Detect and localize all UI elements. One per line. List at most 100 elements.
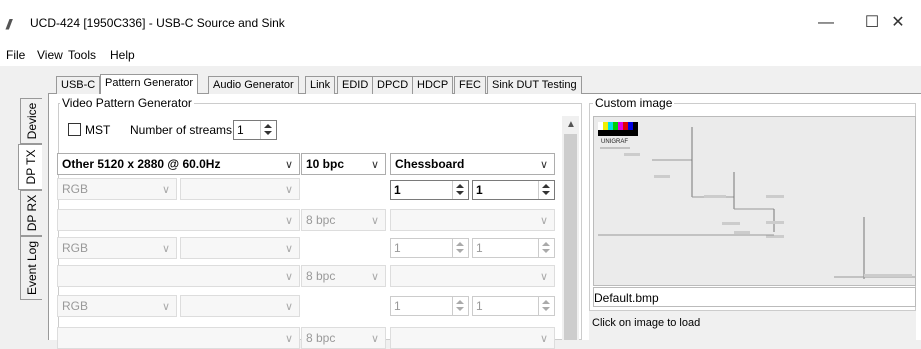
bpc-dropdown-1[interactable]: 10 bpc ∨ bbox=[301, 153, 386, 175]
menu-tools[interactable]: Tools bbox=[68, 48, 96, 62]
timing-dropdown-2[interactable]: ∨ bbox=[57, 209, 300, 231]
menu-file[interactable]: File bbox=[6, 48, 25, 62]
spin-down-icon[interactable] bbox=[264, 131, 272, 135]
spin-buttons[interactable] bbox=[538, 239, 554, 257]
subsampling-dropdown-3[interactable]: ∨ bbox=[180, 295, 300, 317]
tab-dpcd[interactable]: DPCD bbox=[372, 76, 414, 94]
subsampling-dropdown-1[interactable]: ∨ bbox=[180, 178, 300, 200]
chevron-down-icon: ∨ bbox=[284, 301, 293, 313]
bpc-dropdown-4[interactable]: 8 bpc ∨ bbox=[301, 327, 386, 349]
vertical-scrollbar[interactable]: ▲ bbox=[562, 116, 579, 340]
side-tab-label: Event Log bbox=[24, 240, 39, 296]
spin-b-value: 1 bbox=[476, 241, 483, 255]
spin-b-1[interactable]: 1 bbox=[472, 180, 555, 200]
close-button[interactable]: ✕ bbox=[875, 8, 921, 38]
spin-up-icon[interactable] bbox=[264, 124, 272, 128]
side-tab-label: DP RX bbox=[24, 194, 39, 232]
streams-spin-buttons[interactable] bbox=[260, 121, 276, 139]
menu-view[interactable]: View bbox=[37, 48, 63, 62]
spin-buttons[interactable] bbox=[538, 297, 554, 315]
spin-a-1[interactable]: 1 bbox=[390, 180, 469, 200]
timing-dropdown-4[interactable]: ∨ bbox=[57, 327, 300, 349]
spin-buttons[interactable] bbox=[452, 297, 468, 315]
pattern-dropdown-1[interactable]: Chessboard ∨ bbox=[390, 153, 555, 175]
timing-dropdown-3[interactable]: ∨ bbox=[57, 265, 300, 287]
pattern-dropdown-4[interactable]: ∨ bbox=[390, 327, 555, 349]
side-tab-event-log[interactable]: Event Log bbox=[20, 236, 42, 300]
timing-value: Other 5120 x 2880 @ 60.0Hz bbox=[62, 157, 221, 171]
chevron-down-icon: ∨ bbox=[284, 333, 293, 345]
spin-buttons[interactable] bbox=[452, 181, 468, 199]
tab-pattern-generator[interactable]: Pattern Generator bbox=[100, 74, 199, 94]
spin-b-2[interactable]: 1 bbox=[472, 238, 555, 258]
mst-label: MST bbox=[85, 123, 111, 137]
spin-a-3[interactable]: 1 bbox=[390, 296, 469, 316]
bpc-value: 8 bpc bbox=[306, 269, 336, 283]
chevron-down-icon: ∨ bbox=[370, 333, 379, 345]
side-tab-dp-rx[interactable]: DP RX bbox=[20, 190, 42, 236]
spin-up-icon[interactable] bbox=[542, 242, 550, 246]
chevron-down-icon: ∨ bbox=[370, 215, 379, 227]
bpc-value: 10 bpc bbox=[306, 157, 345, 171]
spin-up-icon[interactable] bbox=[456, 242, 464, 246]
spin-down-icon[interactable] bbox=[542, 307, 550, 311]
scroll-up-icon[interactable]: ▲ bbox=[566, 119, 576, 130]
spin-b-3[interactable]: 1 bbox=[472, 296, 555, 316]
custom-image-preview[interactable]: UNIGRAF bbox=[593, 116, 916, 286]
chevron-down-icon: ∨ bbox=[539, 271, 548, 283]
load-hint-bar: Click on image to load bbox=[589, 310, 916, 340]
app-icon: /// bbox=[6, 16, 11, 32]
spin-up-icon[interactable] bbox=[456, 184, 464, 188]
side-tab-dp-tx[interactable]: DP TX bbox=[18, 144, 42, 190]
colorspace-value: RGB bbox=[62, 241, 89, 255]
tab-fec[interactable]: FEC bbox=[454, 76, 486, 94]
spin-a-value: 1 bbox=[394, 299, 401, 313]
streams-label: Number of streams bbox=[130, 123, 233, 137]
colorspace-dropdown-1[interactable]: RGB ∨ bbox=[57, 178, 177, 200]
menu-bar: File View Tools Help bbox=[0, 44, 921, 66]
pattern-dropdown-2[interactable]: ∨ bbox=[390, 209, 555, 231]
tab-edid[interactable]: EDID bbox=[337, 76, 374, 94]
chevron-down-icon: ∨ bbox=[370, 159, 379, 171]
chevron-down-icon: ∨ bbox=[539, 333, 548, 345]
spin-up-icon[interactable] bbox=[542, 300, 550, 304]
spin-down-icon[interactable] bbox=[456, 249, 464, 253]
filename-text: Default.bmp bbox=[594, 291, 659, 305]
subsampling-dropdown-2[interactable]: ∨ bbox=[180, 237, 300, 259]
minimize-button[interactable]: — bbox=[803, 8, 849, 38]
side-tab-device[interactable]: Device bbox=[20, 98, 42, 144]
spin-buttons[interactable] bbox=[452, 239, 468, 257]
chevron-down-icon: ∨ bbox=[370, 271, 379, 283]
bpc-value: 8 bpc bbox=[306, 331, 336, 345]
tab-sink-dut-testing[interactable]: Sink DUT Testing bbox=[487, 76, 582, 94]
spin-down-icon[interactable] bbox=[542, 249, 550, 253]
side-tab-label: Device bbox=[24, 102, 39, 140]
colorspace-dropdown-2[interactable]: RGB ∨ bbox=[57, 237, 177, 259]
spin-a-value: 1 bbox=[394, 183, 401, 197]
timing-dropdown-1[interactable]: Other 5120 x 2880 @ 60.0Hz ∨ bbox=[57, 153, 300, 175]
tab-audio-generator[interactable]: Audio Generator bbox=[208, 76, 299, 94]
spin-down-icon[interactable] bbox=[456, 307, 464, 311]
bpc-dropdown-3[interactable]: 8 bpc ∨ bbox=[301, 265, 386, 287]
bpc-dropdown-2[interactable]: 8 bpc ∨ bbox=[301, 209, 386, 231]
streams-spinbox[interactable]: 1 bbox=[233, 120, 277, 140]
colorspace-dropdown-3[interactable]: RGB ∨ bbox=[57, 295, 177, 317]
spin-buttons[interactable] bbox=[538, 181, 554, 199]
streams-value: 1 bbox=[237, 123, 244, 137]
preview-brand-text: UNIGRAF bbox=[601, 139, 628, 145]
custom-image-group-title: Custom image bbox=[593, 96, 675, 110]
tab-hdcp[interactable]: HDCP bbox=[412, 76, 454, 94]
spin-a-2[interactable]: 1 bbox=[390, 238, 469, 258]
menu-help[interactable]: Help bbox=[110, 48, 135, 62]
pattern-dropdown-3[interactable]: ∨ bbox=[390, 265, 555, 287]
mst-checkbox[interactable] bbox=[68, 123, 81, 136]
spin-up-icon[interactable] bbox=[542, 184, 550, 188]
spin-down-icon[interactable] bbox=[542, 191, 550, 195]
scroll-thumb[interactable] bbox=[564, 134, 577, 340]
custom-image-filename: Default.bmp bbox=[593, 287, 916, 307]
tab-usb-c[interactable]: USB-C bbox=[56, 76, 101, 94]
spin-up-icon[interactable] bbox=[456, 300, 464, 304]
tab-link[interactable]: Link bbox=[305, 76, 336, 94]
spin-down-icon[interactable] bbox=[456, 191, 464, 195]
chevron-down-icon: ∨ bbox=[284, 184, 293, 196]
